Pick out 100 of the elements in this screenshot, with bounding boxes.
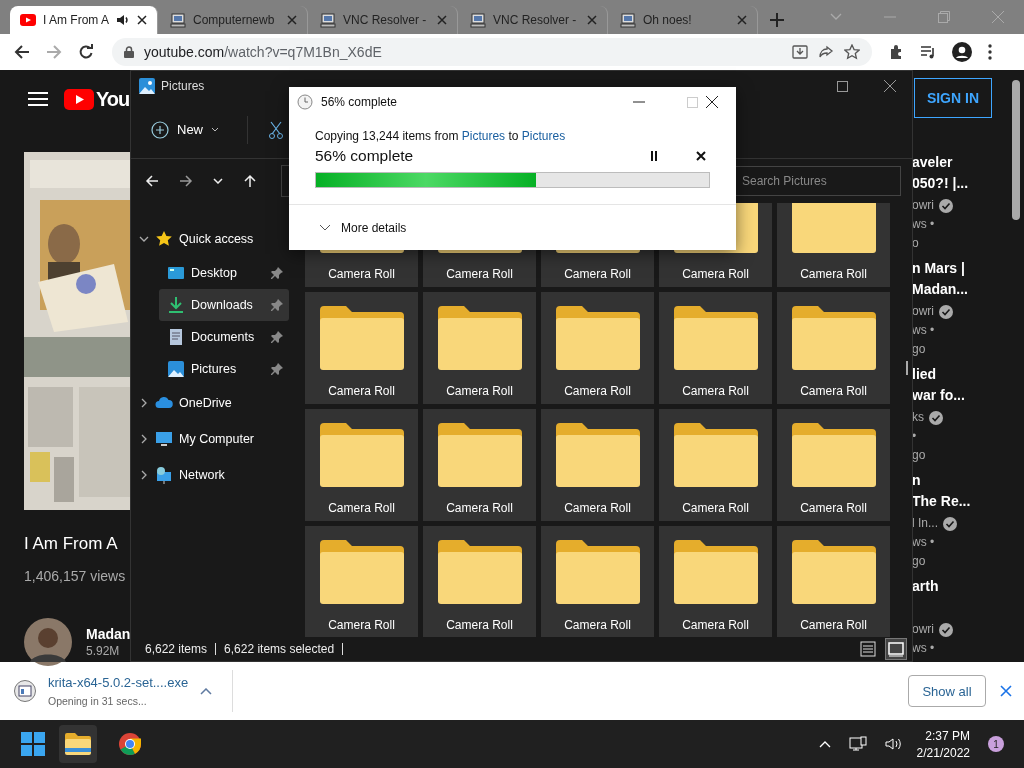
chevron-right-icon[interactable] <box>139 470 149 480</box>
computer-icon <box>620 12 636 28</box>
download-status: Opening in 31 secs... <box>48 695 148 707</box>
pin-icon[interactable] <box>271 331 283 343</box>
channel-name[interactable]: Madan <box>86 626 131 642</box>
pin-icon[interactable] <box>271 363 283 375</box>
clock-time[interactable]: 2:37 PM <box>925 728 970 743</box>
tiles-view-icon[interactable] <box>886 639 906 659</box>
video-meta: • <box>912 428 918 445</box>
star-icon <box>155 230 173 248</box>
avatar[interactable] <box>24 618 72 666</box>
profile-icon[interactable] <box>952 42 972 62</box>
folder-item[interactable]: Camera Roll <box>659 409 772 521</box>
tree-item[interactable]: Desktop <box>159 257 289 289</box>
folder-icon <box>437 423 522 487</box>
cut-icon[interactable] <box>268 120 284 139</box>
pause-icon[interactable] <box>650 151 658 161</box>
browser-tab[interactable]: I Am From A <box>10 6 158 34</box>
tree-item[interactable]: OneDrive <box>131 385 289 421</box>
clock-date[interactable]: 2/21/2022 <box>916 745 970 760</box>
extensions-icon[interactable] <box>888 44 904 60</box>
source-link[interactable]: Pictures <box>461 129 506 143</box>
media-icon[interactable] <box>920 44 936 60</box>
browser-taskbar-icon[interactable] <box>118 732 142 756</box>
download-icon <box>167 296 185 314</box>
scrollbar[interactable] <box>1012 80 1020 220</box>
video-title[interactable]: The Re... <box>912 491 988 512</box>
scrollbar[interactable] <box>906 361 908 375</box>
folder-item[interactable]: Camera Roll <box>659 292 772 404</box>
monitor-icon <box>155 430 173 448</box>
computer-icon <box>170 12 186 28</box>
folder-item[interactable]: Camera Roll <box>305 526 418 637</box>
pin-icon[interactable] <box>271 299 283 311</box>
tree-item[interactable]: Downloads <box>159 289 289 321</box>
sign-in-button[interactable]: SIGN IN <box>914 78 992 118</box>
close-icon[interactable] <box>696 151 706 161</box>
file-explorer-taskbar-button[interactable] <box>59 725 97 763</box>
folder-item[interactable]: Camera Roll <box>541 526 654 637</box>
video-title[interactable]: n Mars | <box>912 258 988 279</box>
folder-item[interactable]: Camera Roll <box>777 292 890 404</box>
video-title[interactable]: aveler <box>912 152 988 173</box>
folder-item[interactable]: Camera Roll <box>541 292 654 404</box>
folder-item[interactable]: Camera Roll <box>305 292 418 404</box>
window-title: Pictures <box>161 79 205 93</box>
menu-icon[interactable] <box>28 92 48 106</box>
close-icon[interactable] <box>706 96 718 108</box>
download-file-name[interactable]: krita-x64-5.0.2-set....exe <box>48 675 189 690</box>
install-icon[interactable] <box>792 44 808 60</box>
forward-icon[interactable] <box>179 174 193 188</box>
folder-icon <box>555 540 640 604</box>
video-title[interactable]: lied <box>912 364 988 385</box>
more-details-button[interactable]: More details <box>317 218 409 237</box>
folder-item[interactable]: Camera Roll <box>659 526 772 637</box>
address-bar[interactable]: youtube.com/watch?v=q7M1Bn_X6dE <box>112 38 872 66</box>
reload-icon[interactable] <box>78 44 94 60</box>
tree-item[interactable]: Quick access <box>131 221 289 257</box>
folder-item[interactable]: Camera Roll <box>423 526 536 637</box>
tree-item[interactable]: Pictures <box>159 353 289 385</box>
notification-badge[interactable]: 1 <box>988 736 1004 752</box>
more-icon[interactable] <box>988 44 992 60</box>
pin-icon[interactable] <box>271 267 283 279</box>
folder-icon <box>437 306 522 370</box>
folder-item[interactable]: Camera Roll <box>777 409 890 521</box>
video-title[interactable]: war fo... <box>912 385 988 406</box>
video-title[interactable]: Madan... <box>912 279 988 300</box>
up-icon[interactable] <box>243 174 257 188</box>
chevron-right-icon[interactable] <box>139 398 149 408</box>
folder-item[interactable]: Camera Roll <box>423 409 536 521</box>
video-meta: ws • <box>912 216 936 233</box>
speaker-icon[interactable] <box>116 13 130 27</box>
folder-item[interactable]: Camera Roll <box>305 409 418 521</box>
close-icon[interactable] <box>884 80 896 92</box>
maximize-icon[interactable] <box>837 80 848 92</box>
details-view-icon[interactable] <box>858 639 878 659</box>
folder-item[interactable]: Camera Roll <box>541 409 654 521</box>
show-all-button[interactable]: Show all <box>908 675 986 707</box>
chevron-down-icon[interactable] <box>139 234 149 244</box>
folder-item[interactable]: Camera Roll <box>777 203 890 287</box>
destination-link[interactable]: Pictures <box>521 129 566 143</box>
clock-icon <box>297 94 313 110</box>
video-title[interactable]: n <box>912 470 988 491</box>
share-icon[interactable] <box>818 44 834 60</box>
folder-item[interactable]: Camera Roll <box>423 292 536 404</box>
tree-item[interactable]: Documents <box>159 321 289 353</box>
new-tab-icon[interactable] <box>770 13 784 27</box>
volume-icon[interactable] <box>884 736 903 752</box>
folder-icon <box>673 306 758 370</box>
folder-item[interactable]: Camera Roll <box>777 526 890 637</box>
video-title[interactable]: 050?! |... <box>912 173 988 194</box>
tree-item[interactable]: My Computer <box>131 421 289 457</box>
video-title[interactable]: arth <box>912 576 988 597</box>
network-icon[interactable] <box>848 736 867 752</box>
back-icon[interactable] <box>14 44 30 60</box>
tree-item[interactable]: Network <box>131 457 289 493</box>
close-icon[interactable] <box>137 15 147 25</box>
star-icon[interactable] <box>844 44 860 60</box>
start-icon[interactable] <box>21 732 45 756</box>
chevron-down-icon[interactable] <box>213 178 223 184</box>
new-button[interactable]: New <box>143 114 227 145</box>
chevron-right-icon[interactable] <box>139 434 149 444</box>
